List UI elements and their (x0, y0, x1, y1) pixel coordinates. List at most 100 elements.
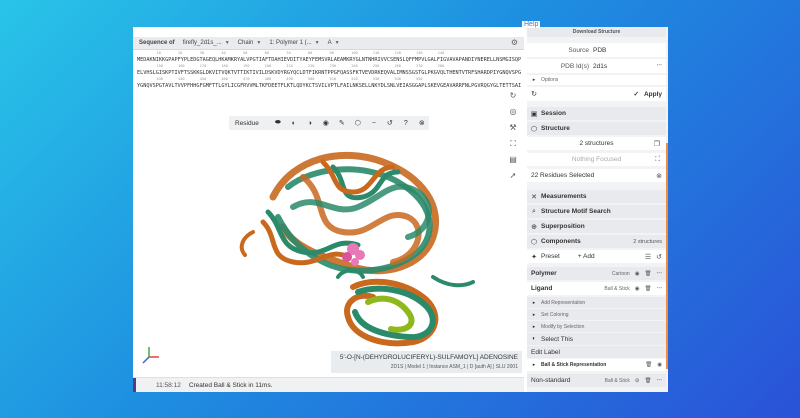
chevron-down-icon: ▼ (256, 40, 262, 46)
components-icon: ⬡ (530, 238, 538, 246)
minus-icon[interactable]: − (369, 120, 379, 127)
undo-icon[interactable]: ↺ (385, 119, 395, 127)
expand-icon[interactable]: ⛶ (506, 139, 520, 155)
chevron-right-icon: ▸ (532, 311, 536, 318)
select-this-button[interactable]: ◐ Select This (527, 333, 666, 345)
trash-icon[interactable]: 🗑 (645, 286, 652, 292)
menu-modify-selection[interactable]: ▸ Modify by Selection (527, 321, 666, 332)
components-count: 2 structures (633, 238, 662, 245)
trash-icon[interactable]: 🗑 (645, 378, 652, 384)
measurements-section[interactable]: ✕ Measurements (527, 190, 666, 203)
eye-off-icon[interactable]: ⊘ (635, 378, 640, 384)
sequence-line[interactable]: YGNQVSPGTAVLTVVPFHHGFGMFTTLGYLICGFRVVMLT… (137, 82, 521, 90)
structure-section[interactable]: ⬡ Structure (527, 122, 666, 135)
download-structure-header[interactable]: Download Structure (527, 27, 666, 37)
edit-label-button[interactable]: Edit Label (527, 346, 666, 358)
menu-set-coloring[interactable]: ▸ Set Coloring (527, 309, 666, 320)
sequence-line[interactable]: ELVHSLGISKPTIVFTSSKKGLDKVITVQKTVTTIKTIVI… (137, 69, 521, 77)
modify-selection-label: Modify by Selection (541, 323, 585, 330)
selection-mode-select[interactable]: Residue (235, 120, 259, 127)
help-link[interactable]: Help (522, 21, 541, 28)
ligand-name: 5'-O-[N-(DEHYDROLUCIFERYL)-SULFAMOYL] AD… (339, 354, 518, 361)
chain-id-select[interactable]: A ▼ (328, 40, 340, 46)
protein-structure-render[interactable] (233, 137, 493, 357)
sequence-line[interactable]: MEDAKNIKKGPAPFYPLEDGTAGEQLHKAMKRYALVPGTI… (137, 56, 521, 64)
focus-indicator (666, 143, 668, 369)
components-section[interactable]: ⬡ Components 2 structures (527, 235, 666, 248)
polymer-component[interactable]: Polymer Cartoon ◉ 🗑 ⋯ (527, 267, 666, 280)
sliders-icon[interactable]: ☰ (645, 253, 651, 261)
nonstandard-component[interactable]: Non-standard Ball & Stick ⊘ 🗑 ⋯ (527, 374, 666, 387)
eye-icon[interactable]: ◉ (657, 362, 662, 368)
control-panel: Download Structure Source PDB PDB Id(s) … (527, 27, 668, 392)
options-label: Options (541, 77, 559, 83)
help-icon[interactable]: ? (401, 120, 411, 127)
nonstandard-representation: Ball & Stick (604, 377, 630, 384)
controls-icon[interactable]: ⚒ (506, 123, 520, 139)
add-button[interactable]: + Add (578, 253, 595, 260)
structure-details: 2D1S | Model 1 | Instance ASM_1 | D [aut… (390, 364, 518, 370)
ball-stick-representation[interactable]: ▸ Ball & Stick Representation 🗑 ◉ (527, 359, 666, 371)
session-section[interactable]: ▣ Session (527, 107, 666, 120)
axes-indicator-icon (142, 347, 159, 364)
ball-stick-repr-label: Ball & Stick Representation (541, 362, 607, 368)
chevron-right-icon: ▸ (532, 299, 536, 306)
trash-icon[interactable]: 🗑 (645, 362, 652, 368)
apply-label: Apply (643, 90, 662, 98)
structures-count-row[interactable]: 2 structures ❐ (527, 137, 666, 150)
viewer-controls: ↻ ◎ ⚒ ⛶ ▤ ➚ (506, 91, 520, 187)
chain-select[interactable]: 1: Polymer 1 (... ▼ (269, 40, 319, 46)
more-options-icon[interactable]: ⋯ (657, 63, 667, 69)
chevron-right-icon: ▸ (532, 323, 536, 330)
settings-icon[interactable]: ▤ (506, 155, 520, 171)
bookmark-icon[interactable]: ✦ (527, 253, 541, 261)
clear-selection-icon[interactable]: ⊗ (656, 172, 666, 180)
session-label: Session (541, 110, 566, 117)
more-icon[interactable]: ⋯ (657, 378, 663, 384)
reset-icon[interactable]: ↻ (506, 91, 520, 107)
trash-icon[interactable]: 🗑 (645, 271, 652, 277)
source-select[interactable]: PDB (593, 47, 606, 54)
sequence-panel[interactable]: 10 20 30 40 50 60 70 80 90 100 110 120 1… (137, 51, 521, 107)
components-label: Components (541, 238, 581, 245)
mark-icon[interactable]: ⬬ (273, 119, 283, 127)
gear-icon[interactable]: ⚙ (511, 38, 518, 47)
log-panel: 11:58:12 Created Ball & Stick in 11ms. (133, 377, 524, 392)
copy-icon[interactable]: ❐ (654, 140, 660, 148)
selection-row[interactable]: 22 Residues Selected ⊗ (527, 169, 666, 182)
screenshot-icon[interactable]: ◎ (506, 107, 520, 123)
superposition-section[interactable]: ⊕ Superposition (527, 220, 666, 233)
residues-selected: 22 Residues Selected (531, 172, 595, 179)
brush-icon[interactable]: ✎ (337, 119, 347, 127)
preset-button[interactable]: Preset (541, 253, 560, 260)
cube-icon[interactable]: ⬡ (353, 119, 363, 127)
select-icon[interactable]: ➚ (506, 171, 520, 187)
reset-icon[interactable]: ↻ (527, 90, 541, 98)
sequence-header: Sequence of firefly_2d1s_... ▼ Chain ▼ 1… (133, 37, 524, 50)
circle-half-icon[interactable]: ◑ (305, 120, 315, 127)
options-row[interactable]: ▸ Options (527, 75, 666, 85)
chain-label: Chain (237, 40, 254, 46)
motif-search-section[interactable]: ⌕ Structure Motif Search (527, 205, 666, 218)
ligand-component[interactable]: Ligand Ball & Stick ◉ 🗑 ⋯ (527, 282, 666, 295)
half-icon[interactable]: ◐ (289, 120, 299, 127)
chain-label-select[interactable]: Chain ▼ (238, 40, 262, 46)
more-icon[interactable]: ⋯ (657, 271, 663, 277)
menu-add-representation[interactable]: ▸ Add Representation (527, 297, 666, 308)
eye-icon[interactable]: ◉ (635, 271, 640, 277)
eye-icon[interactable]: ◉ (635, 286, 640, 292)
clear-icon[interactable]: ⊗ (417, 119, 427, 127)
entry-select[interactable]: firefly_2d1s_... ▼ (183, 40, 230, 46)
log-time: 11:58:12 (156, 382, 181, 389)
more-icon[interactable]: ⋯ (657, 286, 663, 292)
pdb-ids-input[interactable]: 2d1s (593, 63, 607, 70)
chain-id: A (327, 40, 332, 46)
circle-icon[interactable]: ◉ (321, 119, 331, 127)
molecular-viewer[interactable]: Sequence of firefly_2d1s_... ▼ Chain ▼ 1… (133, 27, 524, 392)
structures-count: 2 structures (579, 140, 614, 147)
focus-icon[interactable]: ⛶ (655, 156, 660, 164)
undo-icon[interactable]: ↺ (656, 253, 662, 261)
focus-row[interactable]: Nothing Focused ⛶ (527, 153, 666, 166)
apply-button[interactable]: ✓ Apply (633, 90, 666, 99)
components-toolbar: ✦ Preset + Add ☰ ↺ (527, 250, 666, 263)
